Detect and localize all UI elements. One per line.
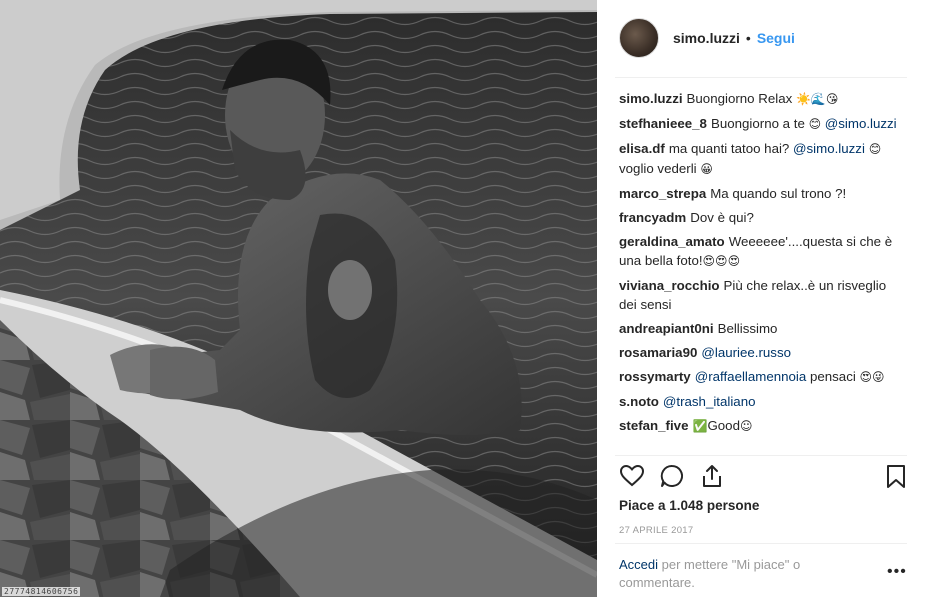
follow-button[interactable]: Segui [757, 30, 795, 46]
comment-emoji: ✅ [692, 419, 708, 433]
comment-item: simo.luzzi Buongiorno Relax ☀️🌊😘 [619, 89, 907, 109]
comment-item: elisa.df ma quanti tatoo hai? @simo.luzzi… [619, 139, 907, 179]
login-link[interactable]: Accedi [619, 557, 658, 572]
comment-emoji: ☺ [739, 419, 753, 433]
comment-item: stefan_five ✅Good☺ [619, 416, 907, 436]
comment-username[interactable]: rosamaria90 [619, 345, 697, 360]
likes-count[interactable]: Piace a 1.048 persone [619, 498, 759, 513]
comment-username[interactable]: viviana_rocchio [619, 278, 720, 293]
comment-username[interactable]: rossymarty [619, 369, 691, 384]
header-divider [615, 77, 907, 78]
photo-id-text: 27774814606756 [2, 587, 81, 596]
comment-emoji: 😊 [808, 117, 822, 131]
post-photo[interactable]: 27774814606756 [0, 0, 597, 597]
comment-username[interactable]: s.noto [619, 394, 659, 409]
comment-mention[interactable]: @trash_italiano [663, 394, 756, 409]
header-username[interactable]: simo.luzzi [673, 30, 740, 46]
comment-text: ma quanti tatoo hai? [668, 141, 794, 156]
comment-emoji: ☀️🌊😘 [795, 92, 839, 106]
comments-list: simo.luzzi Buongiorno Relax ☀️🌊😘 stefhani… [619, 89, 907, 441]
login-prompt: Accedi per mettere "Mi piace" o commenta… [619, 556, 879, 592]
comment-item: geraldina_amato Weeeeee'....questa si che… [619, 232, 907, 271]
post-sidebar: simo.luzzi • Segui simo.luzzi Buongiorno … [597, 0, 927, 597]
comment-username[interactable]: stefhanieee_8 [619, 116, 707, 131]
comment-item: stefhanieee_8 Buongiorno a te 😊 @simo.luz… [619, 114, 907, 134]
comment-text: Dov è qui? [690, 210, 754, 225]
comment-item: viviana_rocchio Più che relax..è un risve… [619, 276, 907, 314]
comment-item: rosamaria90 @lauriee.russo [619, 343, 907, 362]
comment-emoji: 😍😜 [859, 370, 885, 384]
post-date: 27 APRILE 2017 [619, 525, 694, 536]
comment-text: Good [707, 418, 740, 433]
comment-icon[interactable] [659, 463, 687, 491]
comment-text: Buongiorno Relax [686, 91, 796, 106]
actions-divider [615, 455, 907, 456]
heart-icon[interactable] [619, 463, 647, 491]
avatar[interactable] [619, 18, 659, 58]
comment-mention[interactable]: @raffaellamennoia [695, 369, 807, 384]
comment-emoji: 😊 [864, 142, 882, 156]
comment-username[interactable]: marco_strepa [619, 186, 706, 201]
pool-photo-image [0, 0, 597, 597]
comment-mention[interactable]: @simo.luzzi [793, 141, 865, 156]
comment-emoji: 😍😍😍 [702, 254, 741, 268]
comment-username[interactable]: geraldina_amato [619, 234, 725, 249]
post-header: simo.luzzi • Segui [619, 17, 907, 59]
action-bar [619, 463, 909, 491]
comment-text-continued: voglio vederli [619, 161, 701, 176]
comment-item: s.noto @trash_italiano [619, 392, 907, 411]
comment-mention[interactable]: @lauriee.russo [701, 345, 791, 360]
more-options-icon[interactable]: ••• [887, 563, 907, 581]
comment-item: marco_strepa Ma quando sul trono ?! [619, 184, 907, 203]
comment-text: pensaci [806, 369, 860, 384]
header-separator: • [745, 30, 751, 46]
comment-item: francyadm Dov è qui? [619, 208, 907, 227]
comment-mention[interactable]: @simo.luzzi [821, 116, 897, 131]
comment-username[interactable]: francyadm [619, 210, 686, 225]
comment-item: andreapiant0ni Bellissimo [619, 319, 907, 338]
footer-divider [615, 543, 907, 544]
comment-username[interactable]: elisa.df [619, 141, 665, 156]
comment-text: Ma quando sul trono ?! [710, 186, 847, 201]
comment-text: Bellissimo [717, 321, 778, 336]
comment-username[interactable]: simo.luzzi [619, 91, 683, 106]
comment-username[interactable]: andreapiant0ni [619, 321, 714, 336]
comment-emoji: 😀 [700, 162, 713, 176]
comment-item: rossymarty @raffaellamennoia pensaci 😍😜 [619, 367, 907, 387]
share-icon[interactable] [699, 463, 727, 491]
comment-text: Buongiorno a te [710, 116, 809, 131]
comment-username[interactable]: stefan_five [619, 418, 688, 433]
bookmark-icon[interactable] [883, 463, 911, 491]
